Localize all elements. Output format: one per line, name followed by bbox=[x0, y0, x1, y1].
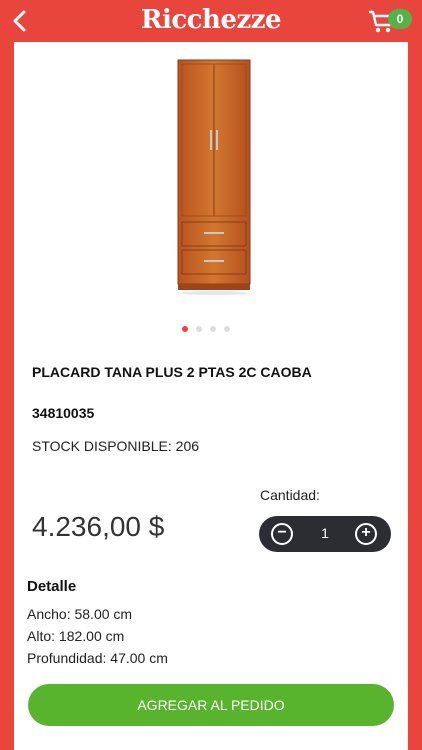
product-image[interactable] bbox=[174, 56, 254, 296]
quantity-stepper: − 1 + bbox=[259, 516, 391, 552]
quantity-label: Cantidad: bbox=[260, 487, 320, 503]
quantity-value[interactable]: 1 bbox=[309, 525, 341, 541]
detail-width: Ancho: 58.00 cm bbox=[27, 606, 133, 622]
detail-depth: Profundidad: 47.00 cm bbox=[27, 650, 168, 666]
carousel-dot[interactable] bbox=[182, 326, 188, 332]
stock-available: STOCK DISPONIBLE: 206 bbox=[32, 438, 200, 454]
top-bar: Ricchezze 0 bbox=[0, 0, 422, 42]
detail-height: Alto: 182.00 cm bbox=[27, 628, 125, 644]
product-code: 34810035 bbox=[32, 405, 95, 421]
product-card: PLACARD TANA PLUS 2 PTAS 2C CAOBA 348100… bbox=[14, 42, 408, 750]
plus-circle-icon[interactable]: + bbox=[355, 523, 377, 545]
cart-count-badge: 0 bbox=[388, 9, 412, 29]
brand-logo: Ricchezze bbox=[140, 5, 282, 35]
product-price: 4.236,00 $ bbox=[32, 511, 165, 542]
detail-heading: Detalle bbox=[27, 578, 77, 595]
minus-circle-icon[interactable]: − bbox=[271, 523, 293, 545]
carousel-dot[interactable] bbox=[224, 326, 230, 332]
carousel-dot[interactable] bbox=[210, 326, 216, 332]
image-carousel-dots bbox=[182, 319, 238, 332]
add-to-order-button[interactable]: AGREGAR AL PEDIDO bbox=[28, 684, 394, 726]
carousel-dot[interactable] bbox=[196, 326, 202, 332]
product-title: PLACARD TANA PLUS 2 PTAS 2C CAOBA bbox=[32, 364, 312, 380]
